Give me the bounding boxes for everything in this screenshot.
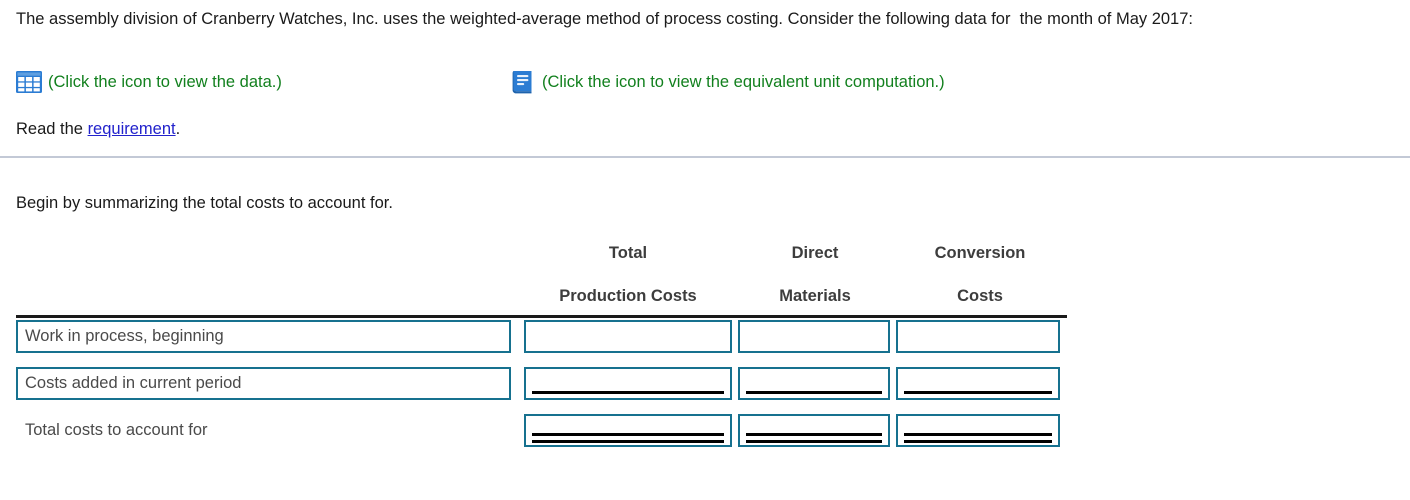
input-wip-beginning-total-production-costs[interactable] — [524, 320, 732, 353]
icon-links-row: (Click the icon to view the data.) (Clic… — [16, 66, 1394, 98]
equivalent-unit-icon-link[interactable]: (Click the icon to view the equivalent u… — [508, 66, 945, 98]
header-total-production-costs-line1: Total — [608, 244, 648, 262]
read-requirement-line: Read the requirement. — [16, 120, 180, 139]
input-total-costs-conversion-costs[interactable] — [896, 414, 1060, 447]
table-header: Total Production Costs Direct Materials … — [16, 240, 1076, 318]
input-costs-added-total-production-costs[interactable] — [524, 367, 732, 400]
input-wip-beginning-direct-materials[interactable] — [738, 320, 890, 353]
header-conversion-costs-line2: Costs — [957, 287, 1003, 305]
problem-statement-text: The assembly division of Cranberry Watch… — [16, 10, 1193, 28]
header-direct-materials-line1: Direct — [791, 244, 839, 262]
table-row: Costs added in current period — [16, 363, 1076, 410]
header-direct-materials-line2: Materials — [779, 287, 851, 305]
book-icon[interactable] — [508, 68, 536, 96]
read-requirement-suffix: . — [175, 120, 181, 138]
instruction-text: Begin by summarizing the total costs to … — [16, 194, 393, 212]
table-row: Work in process, beginning — [16, 316, 1076, 363]
requirement-link[interactable]: requirement — [88, 120, 176, 138]
row-label-total-costs-to-account-for: Total costs to account for — [16, 414, 511, 447]
data-icon-link[interactable]: (Click the icon to view the data.) — [16, 66, 282, 98]
data-icon-link-label[interactable]: (Click the icon to view the data.) — [48, 74, 282, 91]
input-costs-added-conversion-costs[interactable] — [896, 367, 1060, 400]
input-total-costs-total-production-costs[interactable] — [524, 414, 732, 447]
header-conversion-costs-line1: Conversion — [934, 244, 1026, 262]
read-requirement-prefix: Read the — [16, 120, 88, 138]
input-total-costs-direct-materials[interactable] — [738, 414, 890, 447]
input-wip-beginning-conversion-costs[interactable] — [896, 320, 1060, 353]
header-total-production-costs-line2: Production Costs — [559, 287, 697, 305]
row-label-work-in-process-beginning[interactable]: Work in process, beginning — [16, 320, 511, 353]
spreadsheet-grid-icon[interactable] — [16, 71, 42, 93]
input-costs-added-direct-materials[interactable] — [738, 367, 890, 400]
problem-statement-block: The assembly division of Cranberry Watch… — [16, 8, 1394, 31]
table-row: Total costs to account for — [16, 410, 1076, 457]
section-divider — [0, 156, 1410, 158]
row-label-costs-added-in-current-period[interactable]: Costs added in current period — [16, 367, 511, 400]
equivalent-unit-icon-link-label[interactable]: (Click the icon to view the equivalent u… — [542, 74, 945, 91]
costs-to-account-for-table: Total Production Costs Direct Materials … — [16, 240, 1076, 457]
